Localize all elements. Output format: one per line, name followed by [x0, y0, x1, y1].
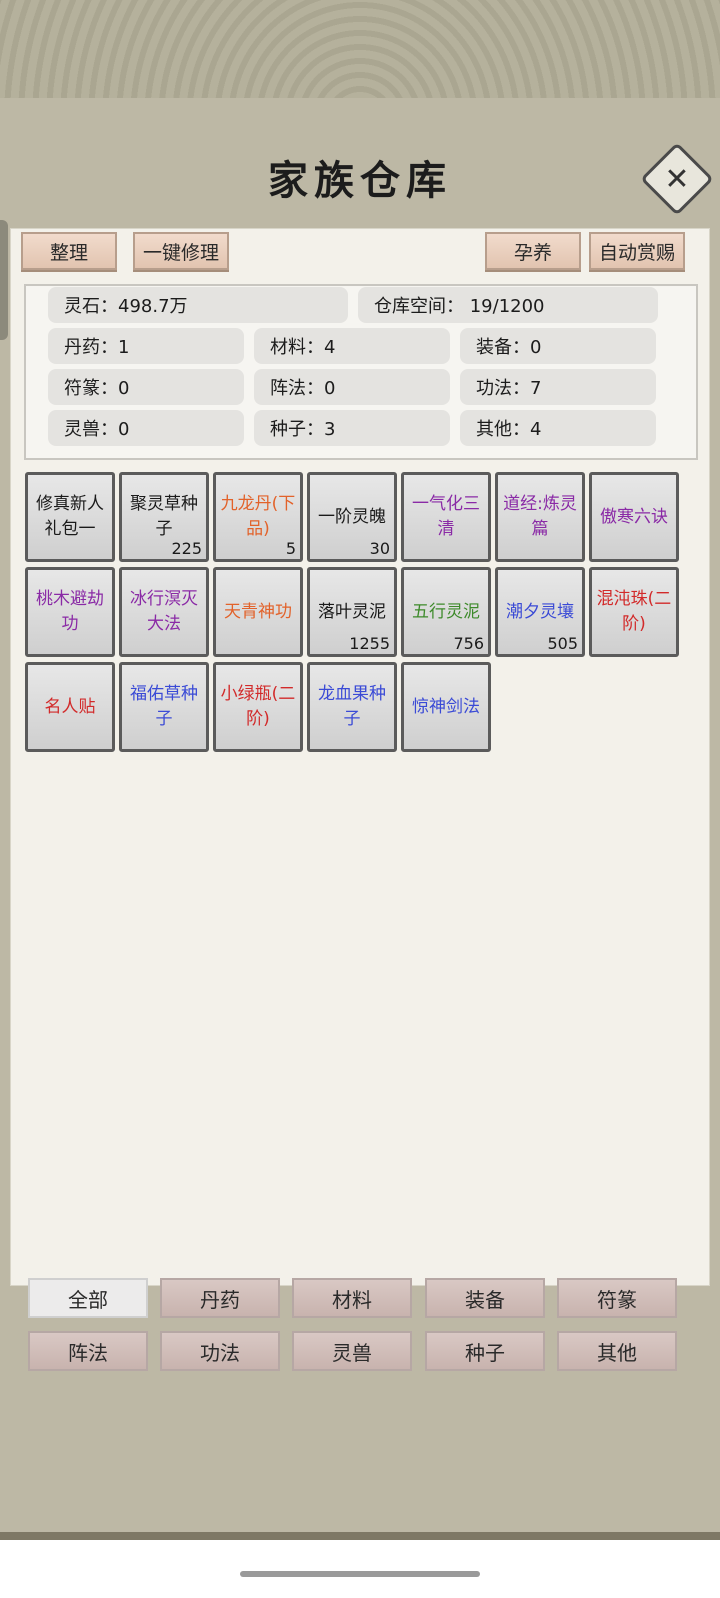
item-slot[interactable]: 冰行溟灭大法 [119, 567, 209, 657]
header-decoration [0, 0, 720, 106]
item-name: 惊神剑法 [412, 696, 480, 717]
item-name: 龙血果种子 [318, 684, 386, 729]
item-name: 福佑草种子 [130, 684, 198, 729]
item-slot[interactable]: 天青神功 [213, 567, 303, 657]
item-name: 落叶灵泥 [318, 601, 386, 622]
sort-button[interactable]: 整理 [21, 232, 117, 270]
tab-all[interactable]: 全部 [28, 1278, 148, 1318]
material-stat: 材料：4 [254, 328, 450, 364]
item-name: 一阶灵魄 [318, 506, 386, 527]
side-handle[interactable] [0, 220, 8, 340]
seed-stat: 种子：3 [254, 410, 450, 446]
tab-seed[interactable]: 种子 [425, 1331, 545, 1371]
item-name: 傲寒六诀 [600, 506, 668, 527]
auto-reward-button[interactable]: 自动赏赐 [589, 232, 685, 270]
item-count: 225 [171, 539, 202, 558]
item-slot[interactable]: 傲寒六诀 [589, 472, 679, 562]
item-count: 756 [453, 634, 484, 653]
tab-other[interactable]: 其他 [557, 1331, 677, 1371]
item-name: 聚灵草种子 [130, 494, 198, 539]
item-count: 1255 [349, 634, 390, 653]
tab-technique[interactable]: 功法 [160, 1331, 280, 1371]
item-count: 5 [285, 539, 296, 558]
item-slot[interactable]: 道经:炼灵篇 [495, 472, 585, 562]
beast-stat: 灵兽：0 [48, 410, 244, 446]
item-name: 名人贴 [44, 696, 96, 717]
repair-all-button[interactable]: 一键修理 [133, 232, 229, 270]
item-name: 道经:炼灵篇 [503, 494, 577, 539]
tab-beast[interactable]: 灵兽 [292, 1331, 412, 1371]
home-indicator[interactable] [240, 1571, 480, 1577]
nurture-button[interactable]: 孕养 [485, 232, 581, 270]
footer-decoration [0, 1532, 720, 1540]
item-slot[interactable]: 福佑草种子 [119, 662, 209, 752]
formation-stat: 阵法：0 [254, 369, 450, 405]
technique-stat: 功法：7 [460, 369, 656, 405]
pill-stat: 丹药：1 [48, 328, 244, 364]
item-name: 小绿瓶(二阶) [220, 684, 296, 729]
item-slot[interactable]: 九龙丹(下品) 5 [213, 472, 303, 562]
item-slot[interactable]: 桃木避劫功 [25, 567, 115, 657]
item-count: 505 [547, 634, 578, 653]
item-name: 天青神功 [224, 601, 292, 622]
spirit-stone-stat: 灵石：498.7万 [48, 287, 348, 323]
system-nav-bar [0, 1540, 720, 1598]
item-name: 九龙丹(下品) [220, 494, 296, 539]
item-slot[interactable]: 一阶灵魄 30 [307, 472, 397, 562]
item-name: 桃木避劫功 [36, 589, 104, 634]
item-name: 混沌珠(二阶) [596, 589, 672, 634]
equipment-stat: 装备：0 [460, 328, 656, 364]
page-title: 家族仓库 [268, 157, 452, 204]
item-slot[interactable]: 惊神剑法 [401, 662, 491, 752]
item-count: 30 [369, 539, 390, 558]
item-slot[interactable]: 落叶灵泥 1255 [307, 567, 397, 657]
tab-material[interactable]: 材料 [292, 1278, 412, 1318]
tab-pill[interactable]: 丹药 [160, 1278, 280, 1318]
item-slot[interactable]: 小绿瓶(二阶) [213, 662, 303, 752]
item-name: 一气化三清 [412, 494, 480, 539]
item-slot[interactable]: 聚灵草种子 225 [119, 472, 209, 562]
item-slot[interactable]: 名人贴 [25, 662, 115, 752]
talisman-stat: 符篆：0 [48, 369, 244, 405]
item-name: 五行灵泥 [412, 601, 480, 622]
storage-space-stat: 仓库空间： 19/1200 [358, 287, 658, 323]
item-slot[interactable]: 混沌珠(二阶) [589, 567, 679, 657]
tab-formation[interactable]: 阵法 [28, 1331, 148, 1371]
item-name: 修真新人礼包一 [36, 494, 104, 539]
item-slot[interactable]: 龙血果种子 [307, 662, 397, 752]
close-icon: ✕ [664, 161, 690, 197]
item-name: 潮夕灵壤 [506, 601, 574, 622]
item-slot[interactable]: 五行灵泥 756 [401, 567, 491, 657]
other-stat: 其他：4 [460, 410, 656, 446]
item-slot[interactable]: 一气化三清 [401, 472, 491, 562]
item-slot[interactable]: 修真新人礼包一 [25, 472, 115, 562]
tab-equipment[interactable]: 装备 [425, 1278, 545, 1318]
tab-talisman[interactable]: 符篆 [557, 1278, 677, 1318]
item-slot[interactable]: 潮夕灵壤 505 [495, 567, 585, 657]
item-name: 冰行溟灭大法 [130, 589, 198, 634]
